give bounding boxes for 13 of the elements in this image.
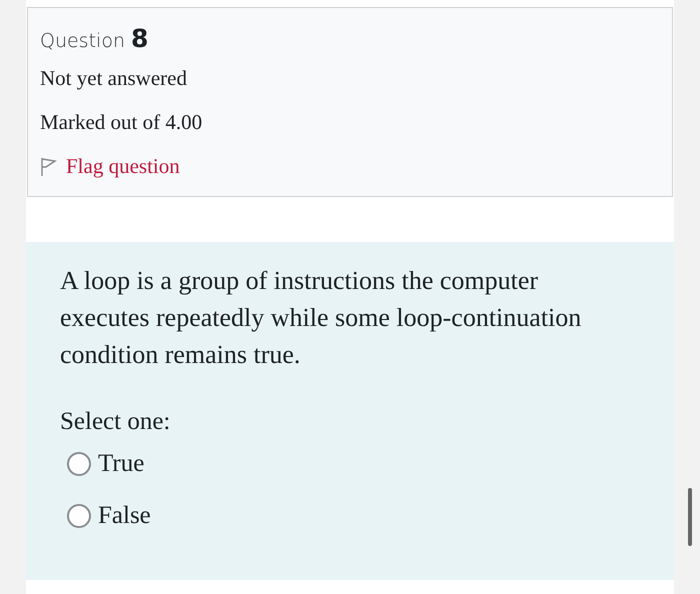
- question-state: Not yet answered: [40, 65, 188, 92]
- radio-button[interactable]: [67, 504, 91, 528]
- select-one-prompt: Select one:: [60, 407, 172, 437]
- question-text: A loop is a group of instructions the computer executes repeatedly while some loop-continuation condition remains true.: [60, 265, 582, 371]
- option-label[interactable]: False: [98, 498, 151, 534]
- scrollbar-thumb[interactable]: [688, 488, 692, 546]
- flag-question-link[interactable]: Flag question: [66, 153, 180, 180]
- question-mark: Marked out of 4.00: [40, 109, 204, 136]
- flag-icon: [40, 156, 58, 176]
- question-label: Question: [40, 30, 125, 52]
- option-label[interactable]: True: [98, 446, 144, 482]
- question-number: 8: [130, 24, 148, 53]
- radio-button[interactable]: [67, 452, 91, 476]
